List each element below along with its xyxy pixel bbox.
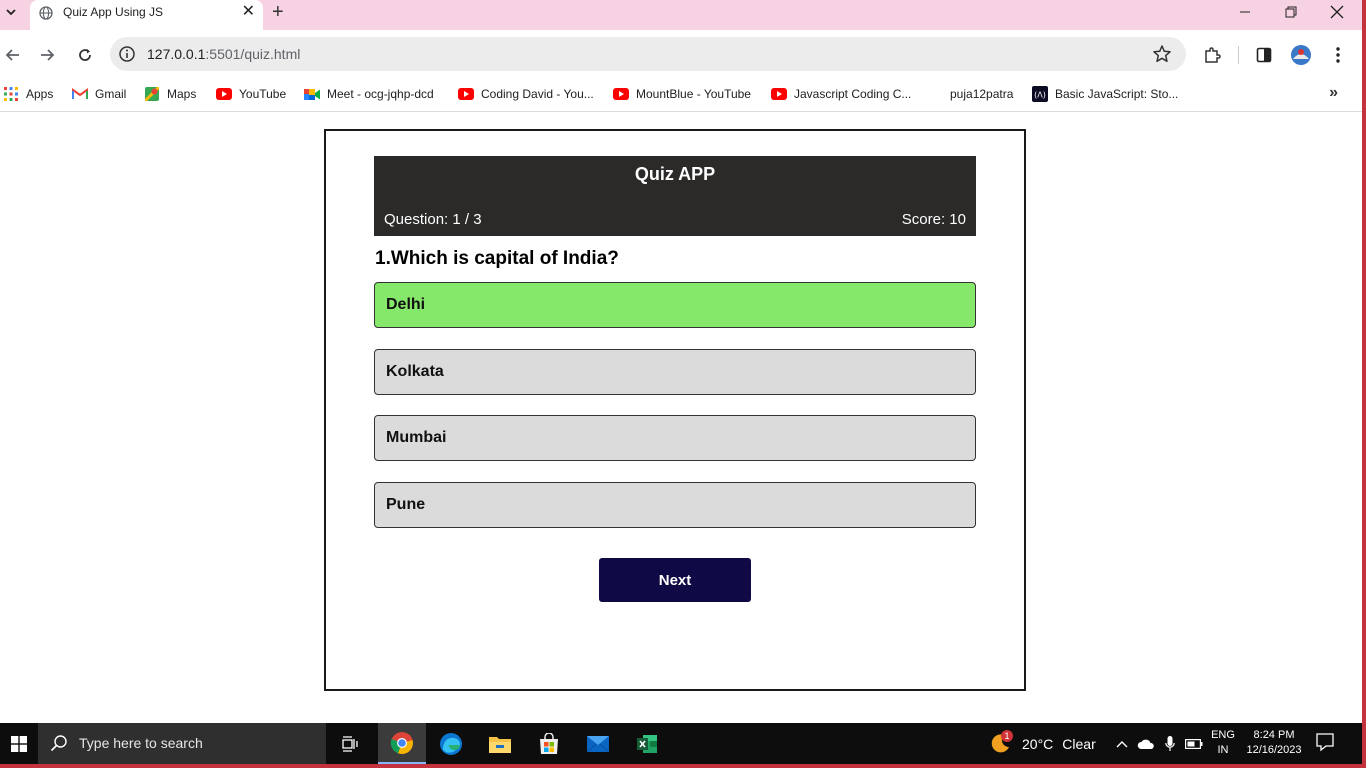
bookmark-apps[interactable]: Apps — [3, 83, 53, 105]
bookmark-coding-david[interactable]: Coding David - You... — [458, 83, 594, 105]
onedrive-cloud-icon[interactable] — [1135, 723, 1157, 764]
microsoft-store-icon[interactable] — [525, 723, 573, 764]
profile-avatar[interactable] — [1289, 43, 1313, 67]
score-display: Score: 10 — [901, 211, 966, 228]
more-bookmarks-icon[interactable]: » — [1329, 84, 1338, 102]
maps-icon — [144, 86, 160, 102]
close-tab-icon[interactable]: ✕ — [242, 3, 255, 21]
svg-text:(Λ): (Λ) — [1034, 91, 1046, 100]
bookmark-mountblue[interactable]: MountBlue - YouTube — [613, 83, 751, 105]
gmail-icon — [72, 86, 88, 102]
bookmark-label: Gmail — [95, 87, 127, 101]
bookmark-label: YouTube — [239, 87, 287, 101]
tab-strip: Quiz App Using JS ✕ + — [0, 0, 1366, 30]
bookmark-label: Apps — [26, 87, 54, 101]
lang-region: IN — [1217, 744, 1229, 756]
notification-center-icon[interactable] — [1315, 732, 1335, 757]
battery-icon[interactable] — [1183, 723, 1205, 764]
option-kolkata[interactable]: Kolkata — [374, 349, 976, 395]
clock-date: 12/16/2023 — [1246, 744, 1302, 756]
forward-icon[interactable] — [35, 43, 59, 67]
bookmark-label: Maps — [167, 87, 197, 101]
tab-title: Quiz App Using JS — [63, 5, 164, 19]
screen-border-bottom — [0, 764, 1366, 768]
windows-taskbar: Type here to search 1 20°C Clear ENG IN … — [0, 723, 1366, 768]
bookmark-label: Meet - ocg-jqhp-dcd — [327, 87, 434, 101]
quiz-header: Quiz APP Question: 1 / 3 Score: 10 — [374, 156, 976, 236]
question-text: 1.Which is capital of India? — [375, 248, 619, 269]
option-mumbai[interactable]: Mumbai — [374, 415, 976, 461]
weather-moon-icon: 1 — [988, 729, 1014, 756]
globe-icon — [39, 6, 53, 20]
reload-icon[interactable] — [73, 43, 97, 67]
file-explorer-icon[interactable] — [476, 723, 524, 764]
url-host: 127.0.0.1 — [147, 46, 206, 62]
youtube-icon — [216, 86, 232, 102]
taskbar-clock[interactable]: 8:24 PM 12/16/2023 — [1242, 728, 1306, 758]
bookmark-label: Coding David - You... — [481, 87, 594, 101]
close-window-icon[interactable] — [1314, 0, 1360, 24]
weather-widget[interactable]: 1 20°C Clear — [988, 723, 1096, 764]
screen-border-right — [1362, 0, 1366, 768]
language-indicator[interactable]: ENG IN — [1207, 728, 1239, 758]
side-panel-icon[interactable] — [1252, 43, 1276, 67]
option-delhi[interactable]: Delhi — [374, 282, 976, 328]
bookmark-star-icon[interactable] — [1152, 44, 1172, 64]
bookmark-label: Basic JavaScript: Sto... — [1055, 87, 1179, 101]
excel-icon[interactable] — [623, 723, 671, 764]
edge-taskbar-icon[interactable] — [427, 723, 475, 764]
lang-code: ENG — [1211, 729, 1235, 741]
quiz-container: Quiz APP Question: 1 / 3 Score: 10 1.Whi… — [324, 129, 1026, 691]
clock-time: 8:24 PM — [1253, 729, 1295, 741]
taskbar-search-box[interactable]: Type here to search — [38, 723, 326, 764]
show-hidden-icons-chevron-icon[interactable] — [1112, 723, 1132, 764]
url-path: :5501/quiz.html — [205, 46, 301, 62]
bookmarks-bar: Apps Gmail Maps YouTube Meet - ocg-jqhp-… — [0, 79, 1366, 112]
browser-tab[interactable]: Quiz App Using JS ✕ — [30, 0, 263, 30]
youtube-icon — [771, 86, 787, 102]
back-icon[interactable] — [1, 43, 25, 67]
search-icon — [50, 735, 67, 752]
new-tab-icon[interactable]: + — [272, 1, 284, 23]
bookmark-meet[interactable]: Meet - ocg-jqhp-dcd — [304, 83, 434, 105]
quiz-title: Quiz APP — [634, 164, 716, 184]
bookmark-basic-javascript[interactable]: (Λ) Basic JavaScript: Sto... — [1032, 83, 1178, 105]
windows-start-icon[interactable] — [0, 723, 38, 764]
youtube-icon — [613, 86, 629, 102]
bookmark-maps[interactable]: Maps — [144, 83, 196, 105]
browser-toolbar: 127.0.0.1:5501/quiz.html — [0, 30, 1366, 79]
address-bar[interactable]: 127.0.0.1:5501/quiz.html — [110, 37, 1186, 71]
search-placeholder: Type here to search — [79, 735, 203, 751]
question-counter: Question: 1 / 3 — [384, 211, 482, 228]
microphone-icon[interactable] — [1160, 723, 1180, 764]
bookmark-label: MountBlue - YouTube — [636, 87, 751, 101]
toolbar-divider — [1238, 46, 1239, 64]
weather-condition: Clear — [1062, 735, 1096, 752]
meet-icon — [304, 86, 320, 102]
bookmark-puja12patra[interactable]: puja12patra — [950, 83, 1013, 105]
freecodecamp-icon: (Λ) — [1032, 86, 1048, 102]
bookmark-label: Javascript Coding C... — [794, 87, 912, 101]
tab-search-chevron-icon[interactable] — [0, 0, 22, 24]
option-pune[interactable]: Pune — [374, 482, 976, 528]
url-text: 127.0.0.1:5501/quiz.html — [147, 46, 300, 62]
more-menu-icon[interactable] — [1326, 43, 1350, 67]
bookmark-youtube[interactable]: YouTube — [216, 83, 286, 105]
minimize-icon[interactable] — [1222, 0, 1268, 24]
bookmark-gmail[interactable]: Gmail — [72, 83, 126, 105]
mail-icon[interactable] — [574, 723, 622, 764]
restore-icon[interactable] — [1268, 0, 1314, 24]
bookmark-javascript-coding[interactable]: Javascript Coding C... — [771, 83, 911, 105]
weather-temp: 20°C — [1022, 735, 1054, 752]
extensions-puzzle-icon[interactable] — [1200, 43, 1224, 67]
weather-badge: 1 — [1001, 729, 1013, 742]
youtube-icon — [458, 86, 474, 102]
site-info-icon[interactable] — [118, 45, 136, 63]
bookmark-label: puja12patra — [950, 87, 1014, 101]
apps-grid-icon — [3, 86, 19, 102]
next-button[interactable]: Next — [599, 558, 751, 602]
chrome-taskbar-icon[interactable] — [378, 723, 426, 764]
task-view-icon[interactable] — [327, 723, 375, 764]
